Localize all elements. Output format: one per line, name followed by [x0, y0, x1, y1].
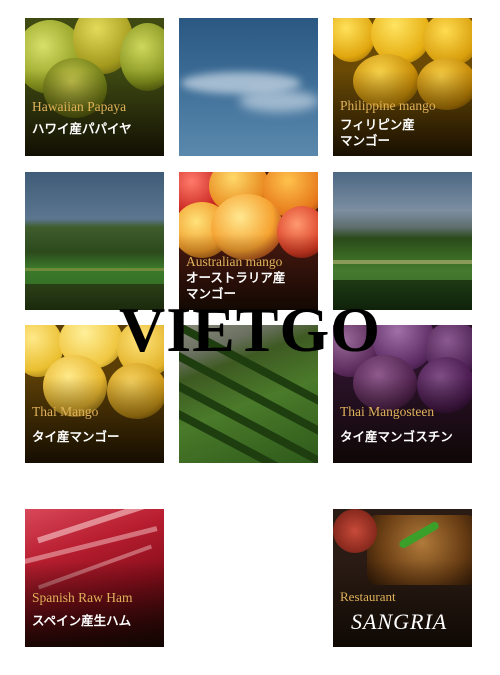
tile-title-en: Thai Mango	[32, 404, 99, 419]
tile-title-ja: タイ産マンゴー	[32, 429, 120, 444]
tile-hawaiian-papaya[interactable]: Hawaiian Papaya ハワイ産パパイヤ	[25, 18, 164, 156]
tile-field-2[interactable]	[333, 172, 472, 310]
tile-spanish-raw-ham[interactable]: Spanish Raw Ham スペイン産生ハム	[25, 509, 164, 647]
sangria-logo: SANGRIA	[351, 609, 448, 634]
tile-australian-mango[interactable]: Australian mango オーストラリア産 マンゴー	[179, 172, 318, 310]
tile-field-1[interactable]	[25, 172, 164, 310]
tile-title-en: Spanish Raw Ham	[32, 590, 133, 605]
tile-title-en: Thai Mangosteen	[340, 404, 435, 419]
tile-title-ja: ハワイ産パパイヤ	[32, 121, 132, 136]
field-image	[333, 260, 472, 264]
tile-title-ja: スペイン産生ハム	[32, 613, 132, 628]
tile-title-en: Restaurant	[340, 589, 396, 604]
tile-sky[interactable]	[179, 18, 318, 156]
field-image	[25, 268, 164, 271]
tile-title-ja: タイ産マンゴスチン	[340, 429, 453, 444]
tile-title-en: Philippine mango	[340, 98, 436, 113]
tile-title-en: Hawaiian Papaya	[32, 99, 127, 114]
tile-restaurant-sangria[interactable]: Restaurant SANGRIA	[333, 509, 472, 647]
tile-philippine-mango[interactable]: Philippine mango フィリピン産 マンゴー	[333, 18, 472, 156]
ham-image	[37, 509, 153, 544]
watermark-text: VIETGO	[118, 294, 382, 365]
mango-image	[333, 18, 375, 62]
tile-title-ja: フィリピン産 マンゴー	[340, 117, 415, 148]
tile-title-en: Australian mango	[186, 254, 283, 269]
